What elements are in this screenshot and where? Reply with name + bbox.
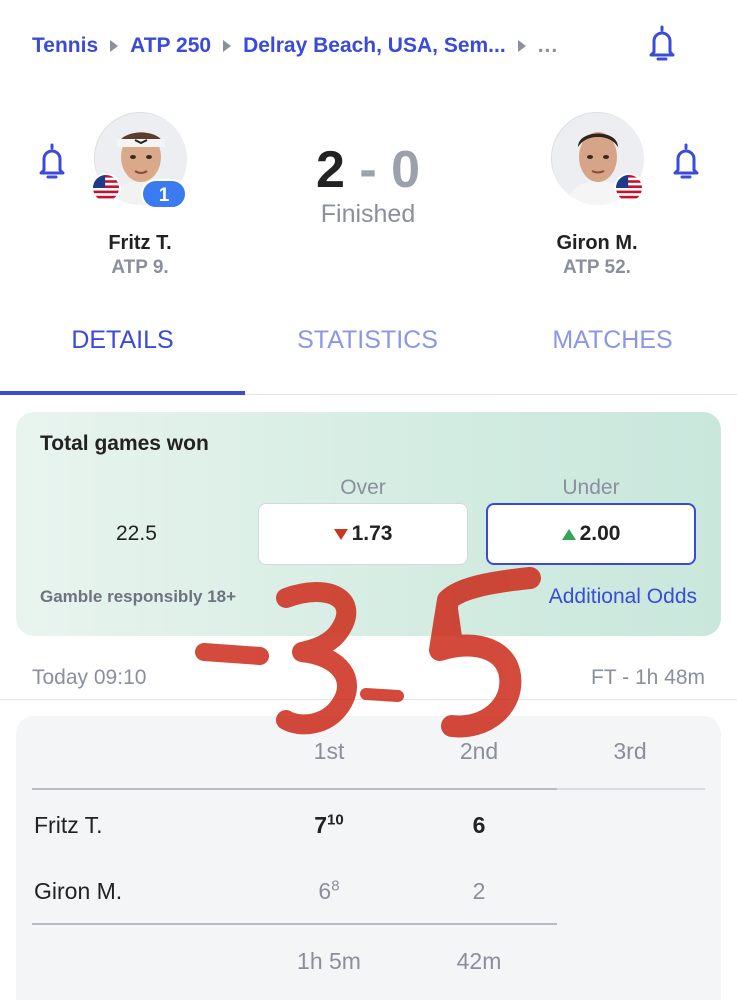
- usa-flag-icon: [614, 173, 644, 203]
- away-player-name: Giron M.: [556, 232, 638, 254]
- seed-badge: 1: [141, 179, 187, 209]
- scoreboard: 2 - 0 Finished: [268, 140, 468, 229]
- tab-bar: DETAILS STATISTICS MATCHES: [0, 300, 737, 395]
- home-set-1-tiebreak: 10: [327, 811, 344, 829]
- away-set-2: 2: [472, 878, 486, 904]
- chevron-right-icon: [110, 40, 119, 52]
- match-duration: FT - 1h 48m: [591, 666, 705, 689]
- away-row-name: Giron M.: [34, 878, 123, 904]
- usa-flag-icon: [91, 173, 121, 203]
- tab-details[interactable]: DETAILS: [0, 326, 245, 355]
- away-player-rank: ATP 52.: [563, 257, 631, 278]
- away-set-1-tiebreak: 8: [331, 877, 340, 895]
- tab-matches[interactable]: MATCHES: [490, 326, 735, 355]
- under-label: Under: [562, 476, 620, 499]
- away-set-1-games: 6: [318, 878, 332, 904]
- home-player[interactable]: 1 Fritz T. ATP 9.: [65, 112, 215, 279]
- over-odds-value: 1.73: [351, 522, 393, 545]
- bell-icon[interactable]: [670, 142, 702, 182]
- tab-statistics[interactable]: STATISTICS: [245, 326, 490, 355]
- score-home: 2: [315, 141, 345, 199]
- away-player[interactable]: Giron M. ATP 52.: [522, 112, 672, 279]
- divider: [32, 788, 557, 790]
- score-separator: -: [359, 141, 377, 199]
- home-row-name: Fritz T.: [34, 812, 103, 838]
- breadcrumb-more[interactable]: ...: [538, 34, 559, 58]
- bell-icon[interactable]: [646, 24, 678, 64]
- chevron-right-icon: [223, 40, 232, 52]
- set-header-1: 1st: [313, 738, 345, 764]
- home-set-2: 6: [472, 812, 486, 838]
- home-player-name: Fritz T.: [108, 232, 172, 254]
- divider: [32, 923, 557, 925]
- set-2-duration: 42m: [456, 948, 502, 974]
- home-player-rank: ATP 9.: [111, 257, 169, 278]
- under-odds-button[interactable]: 2.00: [486, 503, 696, 565]
- breadcrumb-tournament[interactable]: Delray Beach, USA, Sem...: [243, 34, 506, 58]
- breadcrumb-tennis[interactable]: Tennis: [32, 34, 98, 58]
- bell-icon[interactable]: [36, 142, 68, 182]
- avatar: [551, 112, 644, 205]
- chevron-right-icon: [517, 40, 526, 52]
- home-set-1-games: 7: [314, 812, 328, 838]
- arrow-down-icon: [333, 528, 348, 540]
- odds-title: Total games won: [40, 432, 209, 455]
- set-scores-card: 1st 2nd 3rd Fritz T. 710 6 Giron M. 68 2…: [16, 716, 721, 1000]
- set-1-duration: 1h 5m: [297, 948, 361, 974]
- over-odds-button[interactable]: 1.73: [258, 503, 468, 565]
- set-header-2: 2nd: [459, 738, 499, 764]
- gamble-disclaimer: Gamble responsibly 18+: [40, 587, 237, 606]
- breadcrumb: Tennis ATP 250 Delray Beach, USA, Sem...…: [32, 30, 558, 62]
- breadcrumb-atp250[interactable]: ATP 250: [130, 34, 211, 58]
- score-away: 0: [391, 141, 421, 199]
- odds-card: Total games won 22.5 Over Under 1.73 2.0…: [16, 412, 721, 636]
- additional-odds-link[interactable]: Additional Odds: [549, 585, 697, 609]
- time-row: Today 09:10 FT - 1h 48m: [0, 648, 737, 700]
- set-header-3: 3rd: [613, 738, 647, 764]
- avatar: 1: [91, 112, 187, 209]
- score: 2 - 0: [268, 140, 468, 200]
- start-time: Today 09:10: [32, 666, 147, 689]
- match-status: Finished: [320, 200, 416, 228]
- arrow-up-icon: [561, 528, 576, 540]
- home-set-1: 710: [279, 812, 379, 839]
- active-tab-indicator: [0, 391, 245, 395]
- over-label: Over: [340, 476, 386, 499]
- away-set-1: 68: [279, 878, 379, 905]
- under-odds-value: 2.00: [579, 522, 621, 545]
- odds-line-value: 22.5: [116, 522, 157, 545]
